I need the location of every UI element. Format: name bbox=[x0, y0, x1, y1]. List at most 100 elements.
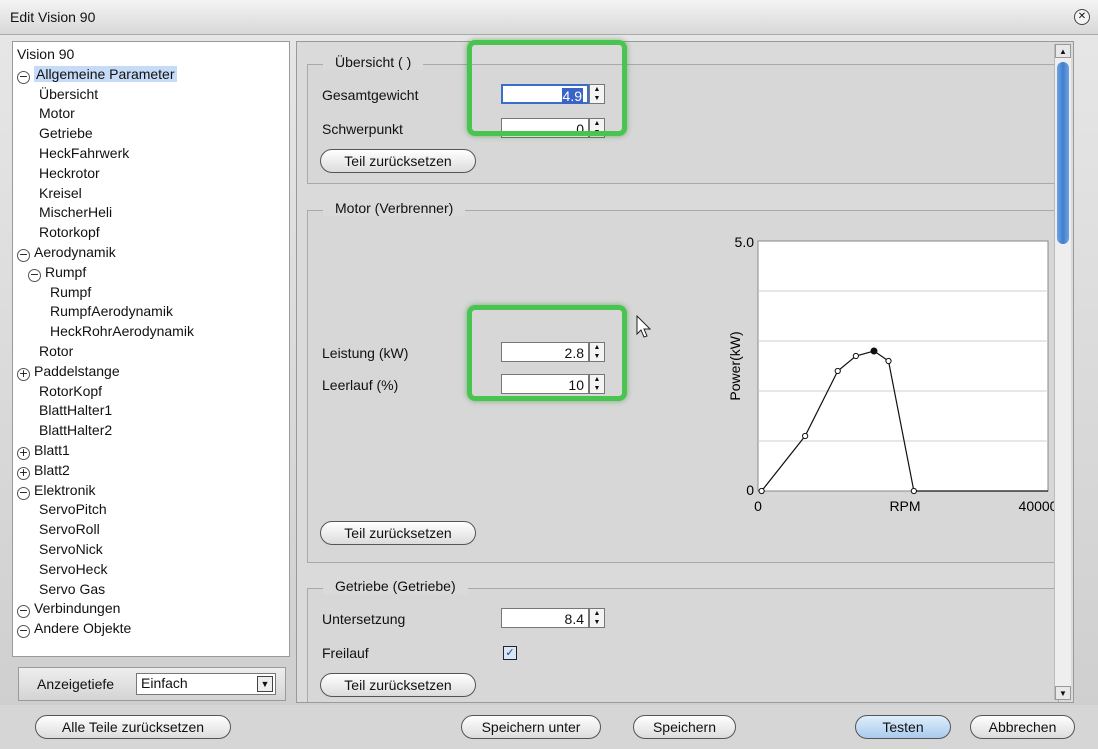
display-depth-value: Einfach bbox=[141, 675, 188, 691]
tree-item[interactable]: BlattHalter1 bbox=[39, 400, 112, 420]
tree-item[interactable]: Rotorkopf bbox=[39, 222, 100, 242]
save-as-button[interactable]: Speichern unter bbox=[461, 715, 601, 739]
component-tree[interactable]: Vision 90− Allgemeine Parameter Übersicht M… bbox=[12, 41, 290, 657]
tree-item[interactable]: HeckRohrAerodynamik bbox=[50, 321, 194, 341]
tree-item[interactable]: + Paddelstange bbox=[17, 361, 120, 381]
power-curve-chart: 5.0 00 40000 RPM Power(kW) bbox=[727, 234, 1058, 514]
tree-item-label: ServoHeck bbox=[39, 560, 108, 577]
tree-item[interactable]: ServoHeck bbox=[39, 559, 107, 579]
data-point bbox=[852, 352, 859, 360]
tree-item-label: ServoNick bbox=[39, 541, 103, 557]
tree-item-label: Kreisel bbox=[39, 184, 82, 201]
tree-item-label: Elektronik bbox=[34, 481, 96, 498]
freewheel-checkbox[interactable]: ✓ bbox=[503, 646, 517, 660]
collapse-icon[interactable]: − bbox=[17, 70, 30, 84]
collapse-icon[interactable]: − bbox=[17, 249, 30, 262]
button-bar: Alle Teile zurücksetzen Speichern unter … bbox=[0, 705, 1098, 749]
collapse-icon[interactable]: − bbox=[28, 268, 41, 282]
tree-item[interactable]: − Rumpf bbox=[28, 262, 86, 282]
tree-item-label: Rumpf bbox=[45, 263, 87, 280]
tree-item[interactable]: RotorKopf bbox=[39, 381, 102, 401]
cancel-button[interactable]: Abbrechen bbox=[970, 715, 1075, 739]
tree-item[interactable]: Kreisel bbox=[39, 183, 82, 203]
expand-icon[interactable]: + bbox=[17, 367, 30, 381]
motor-reset-button[interactable]: Teil zurücksetzen bbox=[320, 521, 476, 545]
tree-item-label: Getriebe bbox=[39, 125, 93, 142]
tree-item-label: BlattHalter2 bbox=[39, 422, 113, 439]
y-axis-label: Power(kW) bbox=[727, 331, 743, 400]
vertical-scrollbar[interactable]: ▲ ▼ bbox=[1054, 44, 1071, 700]
tree-item[interactable]: − Aerodynamik bbox=[17, 242, 116, 262]
tree-item[interactable]: − Allgemeine Parameter bbox=[17, 64, 177, 84]
tree-item[interactable]: BlattHalter2 bbox=[39, 420, 112, 440]
motor-group: Motor (Verbrenner) Leistung (kW) 2.8 ▲ ▼ … bbox=[307, 200, 1059, 563]
tree-item[interactable]: Übersicht bbox=[39, 84, 98, 104]
tree-item-label: Allgemeine Parameter bbox=[34, 65, 177, 82]
tree-item[interactable]: − Elektronik bbox=[17, 480, 95, 500]
tree-item[interactable]: ServoRoll bbox=[39, 519, 100, 539]
tree-item-label: HeckRohrAerodynamik bbox=[50, 323, 194, 340]
tree-item[interactable]: Vision 90 bbox=[17, 44, 74, 64]
highlight-frame bbox=[467, 40, 627, 136]
window-title: Edit Vision 90 bbox=[10, 9, 96, 25]
tree-item-label: MischerHeli bbox=[39, 204, 113, 221]
scroll-down-icon[interactable]: ▼ bbox=[1055, 686, 1071, 700]
expand-icon[interactable]: + bbox=[17, 447, 30, 460]
tree-item[interactable]: Heckrotor bbox=[39, 163, 100, 183]
tree-item-label: HeckFahrwerk bbox=[39, 145, 130, 161]
tree-item-label: BlattHalter1 bbox=[39, 402, 113, 419]
ratio-input[interactable]: 8.4 bbox=[501, 608, 589, 628]
tree-item[interactable]: − Verbindungen bbox=[17, 598, 120, 619]
tree-item-label: Rotor bbox=[39, 343, 74, 359]
tree-item-label: ServoRoll bbox=[39, 521, 100, 538]
save-button[interactable]: Speichern bbox=[633, 715, 736, 739]
expand-icon[interactable]: + bbox=[17, 466, 30, 480]
display-depth-label: Anzeigetiefe bbox=[37, 676, 115, 692]
y-tick-label: 0 bbox=[746, 482, 754, 498]
gearbox-group: Getriebe (Getriebe) Untersetzung 8.4 ▲ ▼ … bbox=[307, 578, 1059, 702]
weight-label: Gesamtgewicht bbox=[322, 87, 419, 103]
tree-item[interactable]: − Andere Objekte bbox=[17, 618, 132, 639]
idle-label: Leerlauf (%) bbox=[322, 377, 399, 393]
tree-item[interactable]: ServoPitch bbox=[39, 499, 107, 519]
collapse-icon[interactable]: − bbox=[17, 605, 30, 619]
tree-item[interactable]: + Blatt1 bbox=[17, 440, 70, 460]
tree-item[interactable]: Rumpf bbox=[50, 282, 91, 302]
power-label: Leistung (kW) bbox=[322, 345, 409, 361]
overview-reset-button[interactable]: Teil zurücksetzen bbox=[320, 149, 476, 173]
tree-item[interactable]: ServoNick bbox=[39, 539, 103, 559]
test-button[interactable]: Testen bbox=[855, 715, 951, 739]
gearbox-reset-button[interactable]: Teil zurücksetzen bbox=[320, 673, 476, 697]
close-icon[interactable]: ✕ bbox=[1074, 9, 1090, 25]
tree-item-label: Andere Objekte bbox=[34, 620, 132, 637]
data-point bbox=[834, 367, 841, 375]
tree-item[interactable]: Getriebe bbox=[39, 123, 93, 143]
tree-item[interactable]: Servo Gas bbox=[39, 579, 105, 599]
display-depth-select[interactable]: Einfach ▼ bbox=[136, 673, 276, 695]
overview-group: Übersicht ( ) Gesamtgewicht 4.9 ▲ ▼ Schwe… bbox=[307, 54, 1059, 184]
collapse-icon[interactable]: − bbox=[17, 486, 30, 500]
tree-item[interactable]: RumpfAerodynamik bbox=[50, 301, 173, 321]
freewheel-label: Freilauf bbox=[322, 645, 369, 661]
tree-item-label: Vision 90 bbox=[17, 46, 75, 62]
scroll-thumb[interactable] bbox=[1057, 62, 1069, 244]
y-tick-label: 5.0 bbox=[735, 234, 755, 250]
data-point bbox=[802, 432, 809, 440]
dropdown-arrow-icon[interactable]: ▼ bbox=[257, 676, 273, 692]
tree-item[interactable]: Motor bbox=[39, 103, 75, 123]
tree-item[interactable]: Rotor bbox=[39, 341, 73, 361]
tree-item-label: Paddelstange bbox=[34, 362, 120, 379]
tree-item[interactable]: MischerHeli bbox=[39, 202, 112, 222]
ratio-spinner[interactable]: 8.4 ▲ ▼ bbox=[501, 608, 609, 630]
tree-item-label: Blatt1 bbox=[34, 442, 70, 458]
tree-item-label: Aerodynamik bbox=[34, 244, 116, 260]
tree-item-label: Blatt2 bbox=[34, 461, 70, 478]
collapse-icon[interactable]: − bbox=[17, 625, 30, 639]
tree-item[interactable]: + Blatt2 bbox=[17, 460, 70, 480]
overview-legend: Übersicht ( ) bbox=[323, 54, 424, 70]
motor-legend: Motor (Verbrenner) bbox=[323, 200, 466, 216]
tree-item[interactable]: HeckFahrwerk bbox=[39, 143, 129, 163]
scroll-up-icon[interactable]: ▲ bbox=[1055, 44, 1071, 58]
reset-all-button[interactable]: Alle Teile zurücksetzen bbox=[35, 715, 231, 739]
spinner-arrows-icon[interactable]: ▲ ▼ bbox=[589, 608, 605, 628]
